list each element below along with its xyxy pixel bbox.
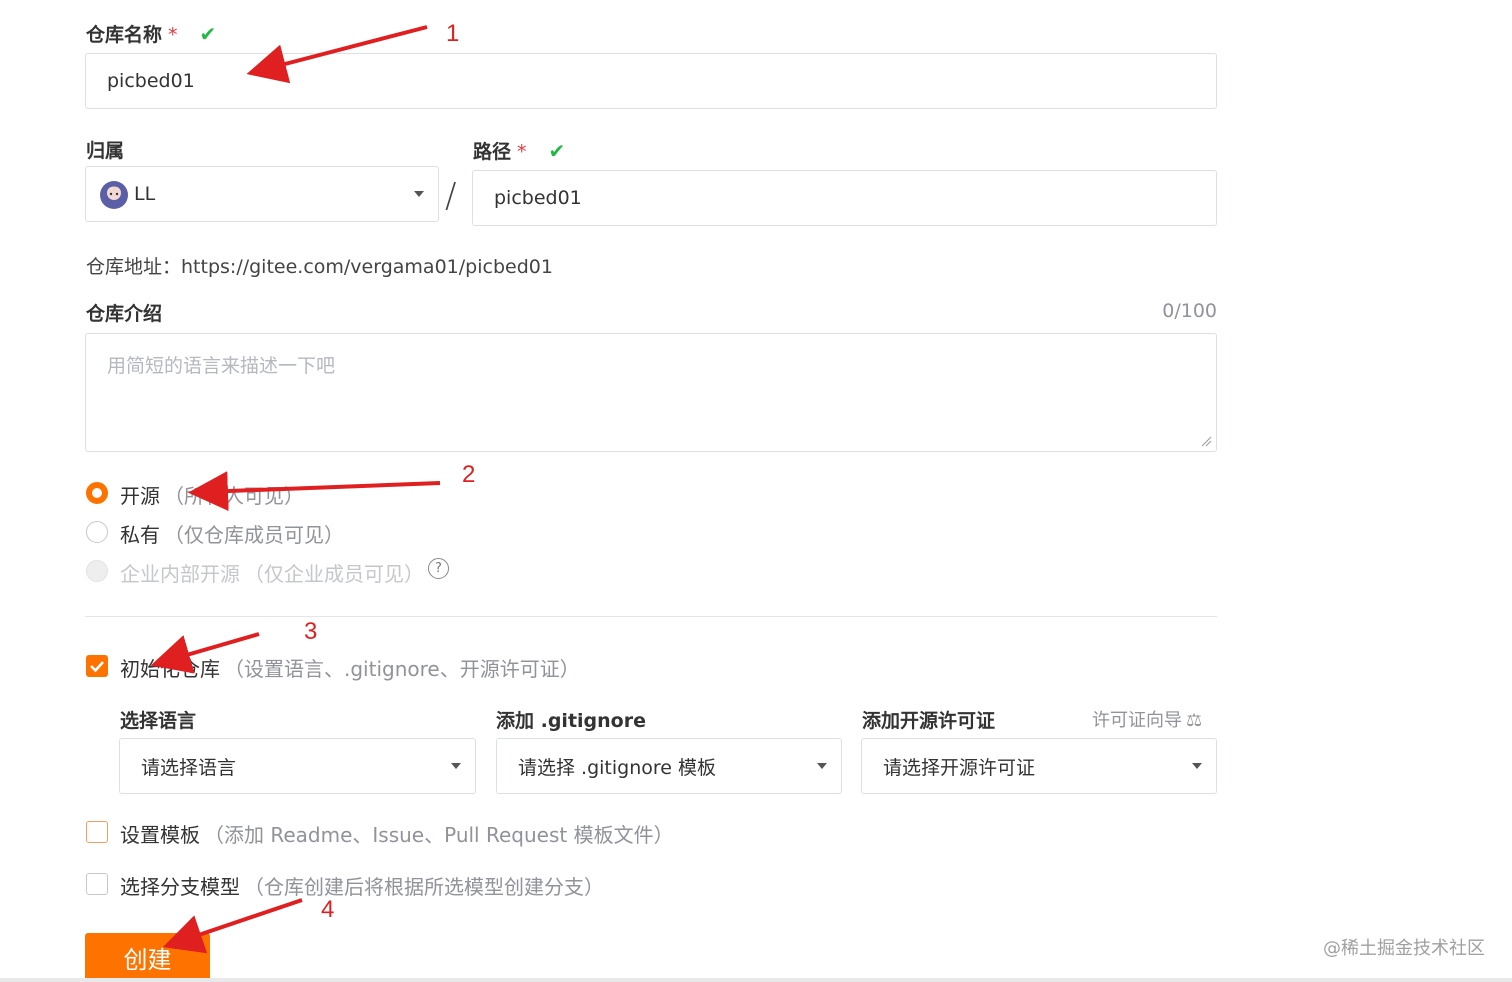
checkmark-icon [90, 661, 104, 673]
chevron-down-icon [414, 191, 424, 197]
divider [85, 616, 1217, 617]
intro-textarea[interactable]: 用简短的语言来描述一下吧 [85, 333, 1217, 452]
path-separator: / [445, 176, 457, 216]
gitignore-label: 添加 .gitignore [496, 710, 646, 732]
path-input[interactable]: picbed01 [472, 170, 1217, 226]
license-guide-link[interactable]: 许可证向导 ⚖ [1092, 706, 1202, 732]
owner-select[interactable]: LL [85, 166, 439, 222]
valid-check-icon: ✔ [548, 139, 566, 163]
path-label: 路径 * ✔ [473, 139, 566, 163]
language-label: 选择语言 [120, 710, 197, 732]
intro-label: 仓库介绍 [86, 303, 163, 325]
repo-name-input[interactable]: picbed01 [85, 53, 1217, 109]
chevron-down-icon [817, 763, 827, 769]
create-button[interactable]: 创建 [85, 933, 210, 982]
resize-handle-icon [1201, 436, 1212, 447]
watermark: @稀土掘金技术社区 [1323, 938, 1485, 959]
valid-check-icon: ✔ [199, 22, 217, 46]
intro-counter: 0/100 [1162, 300, 1217, 322]
help-icon[interactable]: ? [428, 558, 449, 579]
repo-name-label: 仓库名称 * ✔ [86, 22, 217, 46]
template-checkbox[interactable] [86, 821, 108, 843]
page-bottom-border [0, 978, 1512, 982]
branch-model-label: 选择分支模型 （仓库创建后将根据所选模型创建分支） [120, 875, 604, 899]
init-repo-label: 初始化仓库 （设置语言、.gitignore、开源许可证） [120, 657, 580, 681]
radio-open-label: 开源 （所有人可见） [120, 484, 304, 508]
scale-icon: ⚖ [1186, 710, 1203, 731]
annotation-number: 4 [321, 896, 335, 923]
annotation-number: 2 [462, 461, 476, 488]
owner-label: 归属 [86, 140, 125, 162]
annotation-number: 1 [446, 20, 460, 47]
radio-open[interactable] [86, 482, 108, 504]
avatar [99, 180, 129, 210]
branch-model-checkbox[interactable] [86, 873, 108, 895]
language-select[interactable]: 请选择语言 [119, 738, 476, 794]
radio-enterprise-label: 企业内部开源 （仅企业成员可见） [120, 562, 424, 586]
radio-private[interactable] [86, 521, 108, 543]
chevron-down-icon [1192, 763, 1202, 769]
radio-enterprise [86, 560, 108, 582]
gitignore-select[interactable]: 请选择 .gitignore 模板 [496, 738, 842, 794]
license-select[interactable]: 请选择开源许可证 [861, 738, 1217, 794]
radio-private-label: 私有 （仅仓库成员可见） [120, 523, 344, 547]
template-label: 设置模板 （添加 Readme、Issue、Pull Request 模板文件） [120, 823, 674, 847]
repo-url: 仓库地址：https://gitee.com/vergama01/picbed0… [86, 256, 553, 278]
annotation-number: 3 [304, 618, 318, 645]
init-repo-checkbox[interactable] [86, 655, 108, 677]
license-label: 添加开源许可证 [862, 710, 996, 732]
chevron-down-icon [451, 763, 461, 769]
